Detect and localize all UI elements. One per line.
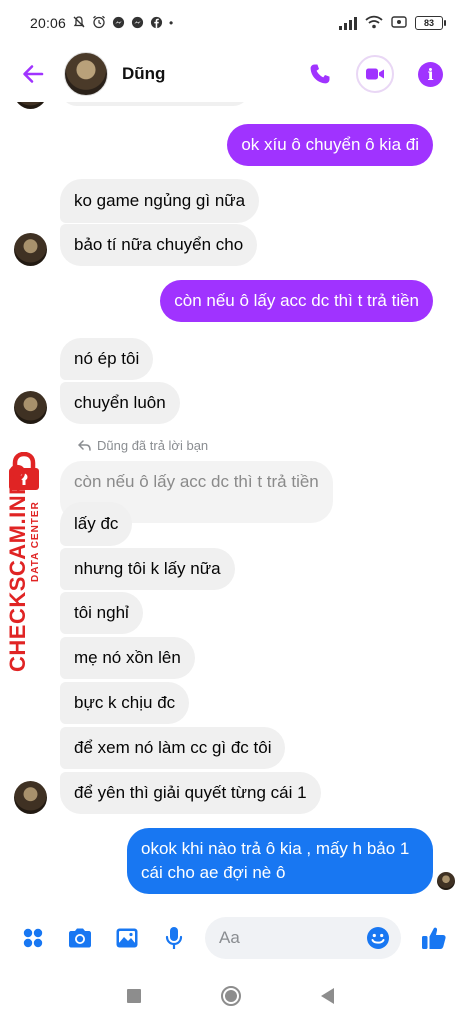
header-actions: i [308,55,443,93]
system-navigation-bar [0,968,461,1024]
alarm-icon [92,15,106,31]
like-button[interactable] [421,925,447,951]
message-bubble-incoming: lấy đc [60,502,133,546]
back-button[interactable] [18,59,48,89]
arrow-left-icon [23,65,44,83]
wifi-icon [365,15,383,32]
info-icon: i [418,61,443,87]
message-bubble-incoming: nó ép tôi [60,338,154,380]
sender-avatar [14,781,47,814]
image-icon [116,928,138,948]
mute-icon [72,15,86,31]
message-bubble-incoming: nhưng tôi k lấy nữa [60,548,235,590]
video-call-button[interactable] [356,55,394,93]
back-nav-button[interactable] [321,988,334,1004]
status-left: 20:06 • [30,15,173,31]
message-bubble-incoming: bực k chịu đc [60,682,190,724]
signal-icon [339,16,357,30]
audio-call-button[interactable] [308,62,332,86]
sender-avatar [14,233,47,266]
conversation-header: Dũng i [0,46,461,102]
vpn-icon [391,15,407,32]
home-button[interactable] [221,986,241,1006]
message-bubble-incoming: bảo tí nữa chuyển cho [60,224,258,266]
message-bubble-partial [60,102,250,106]
status-right: 83 [339,15,446,32]
message-list[interactable]: ok xíu ô chuyển ô kia đi ko game ngủng g… [0,102,461,910]
message-bubble-incoming: mẹ nó xồn lên [60,637,195,679]
composer-actions [20,925,187,951]
gallery-button[interactable] [114,925,140,951]
message-input[interactable] [219,928,365,948]
voice-button[interactable] [161,925,187,951]
video-camera-icon [366,68,384,80]
contact-name[interactable]: Dũng [122,64,165,84]
message-bubble-incoming: ko game ngủng gì nữa [60,179,260,223]
recents-button[interactable] [127,989,141,1003]
messenger-icon [131,16,144,31]
message-bubble-outgoing: ok xíu ô chuyển ô kia đi [227,124,433,166]
battery-indicator: 83 [415,16,446,30]
read-receipt-avatar [437,872,455,890]
microphone-icon [165,927,183,949]
message-bubble-incoming: để xem nó làm cc gì đc tôi [60,727,286,769]
four-dots-icon [23,928,43,948]
message-bubble-outgoing: okok khi nào trả ô kia , mấy h bảo 1 cái… [127,828,433,894]
status-time: 20:06 [30,15,67,31]
watermark-sub-text: DATA CENTER [30,501,41,582]
message-bubble-incoming: tôi nghỉ [60,592,143,634]
apps-button[interactable] [20,925,46,951]
contact-avatar[interactable] [64,52,108,96]
reply-arrow-icon [78,440,91,451]
reply-label-text: Dũng đã trả lời bạn [97,438,209,453]
camera-button[interactable] [67,925,93,951]
message-bubble-incoming: để yên thì giải quyết từng cái 1 [60,772,321,814]
message-input-wrapper [205,917,401,959]
watermark-main-text: CHECKSCAM.INFO [5,463,30,672]
message-bubble-outgoing: còn nếu ô lấy acc dc thì t trả tiền [160,280,433,322]
thumbs-up-icon [422,927,446,949]
composer-bar [0,910,461,966]
camera-icon [69,928,91,948]
emoji-button[interactable] [365,925,391,951]
phone-icon [310,64,330,84]
sender-avatar [14,102,47,109]
dot-icon: • [169,16,174,30]
sender-avatar [14,391,47,424]
facebook-icon [150,16,163,31]
message-bubble-incoming: chuyển luôn [60,382,180,424]
reply-indicator: Dũng đã trả lời bạn [78,438,208,453]
messenger-icon [112,16,125,31]
status-bar: 20:06 • 83 [0,0,461,46]
smiley-icon [367,927,389,949]
info-button[interactable]: i [418,61,443,87]
watermark: CHECKSCAM.INFO DATA CENTER [2,452,46,672]
